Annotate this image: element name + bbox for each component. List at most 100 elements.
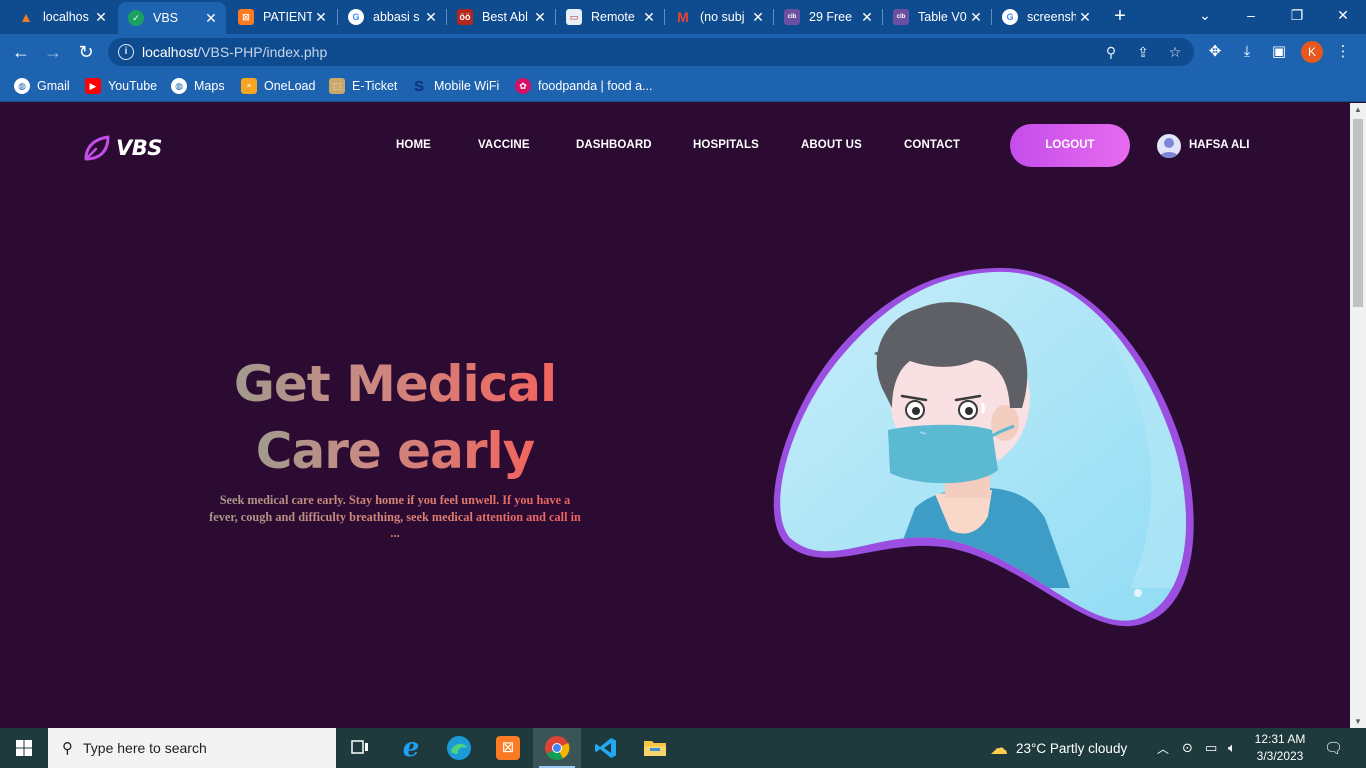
start-button[interactable] xyxy=(0,728,48,768)
tab-title: Table V0 xyxy=(918,10,967,24)
share-icon[interactable]: ⇪ xyxy=(1134,43,1152,61)
close-icon[interactable]: ✕ xyxy=(640,9,658,26)
side-panel-icon[interactable]: ▣ xyxy=(1269,42,1289,62)
back-button[interactable]: ← xyxy=(9,40,33,64)
scroll-up-arrow-icon[interactable]: ▲ xyxy=(1350,105,1366,114)
close-icon[interactable]: ✕ xyxy=(531,9,549,26)
close-icon[interactable]: ✕ xyxy=(312,9,330,26)
tab-title: localhos xyxy=(43,10,89,24)
nav-home[interactable]: HOME xyxy=(396,139,431,151)
tab-1[interactable]: ✓ VBS ✕ xyxy=(118,2,226,34)
url-host: localhost xyxy=(142,44,198,60)
download-icon[interactable]: ⤓ xyxy=(1237,42,1257,62)
menu-kebab-icon[interactable]: ⋮ xyxy=(1333,42,1353,62)
new-tab-button[interactable]: + xyxy=(1108,4,1132,28)
tab-title: 29 Free xyxy=(809,10,853,24)
clock-time: 12:31 AM xyxy=(1254,732,1306,746)
bookmark-oneload[interactable]: ≡ OneLoad xyxy=(241,76,315,96)
bookmark-star-icon[interactable]: ☆ xyxy=(1166,43,1184,61)
tab-8[interactable]: clb Table V0 ✕ xyxy=(883,2,991,32)
zoom-icon[interactable]: ⚲ xyxy=(1102,43,1120,61)
site-logo[interactable]: VBS xyxy=(82,133,162,163)
scroll-down-arrow-icon[interactable]: ▼ xyxy=(1350,717,1366,726)
logo-text: VBS xyxy=(116,136,162,160)
chrome-icon[interactable] xyxy=(533,728,581,768)
tab-title: abbasi s xyxy=(373,10,420,24)
minimize-button[interactable]: – xyxy=(1228,0,1274,32)
hero-title-line-1: Get Medical xyxy=(233,355,557,413)
nav-dashboard[interactable]: DASHBOARD xyxy=(576,139,652,151)
hero-title-line-2: Care early xyxy=(255,422,535,480)
bookmark-label: E-Ticket xyxy=(352,79,398,93)
page-scrollbar[interactable]: ▲ ▼ xyxy=(1350,103,1366,728)
onedrive-icon[interactable]: ⊙ xyxy=(1182,728,1193,768)
tab-6[interactable]: M (no subj ✕ xyxy=(665,2,773,32)
restore-button[interactable]: ❐ xyxy=(1274,0,1320,32)
nav-hospitals[interactable]: HOSPITALS xyxy=(693,139,759,151)
hero-description: Seek medical care early. Stay home if yo… xyxy=(204,492,586,542)
nav-vaccine[interactable]: VACCINE xyxy=(478,139,530,151)
search-placeholder: Type here to search xyxy=(83,740,207,756)
tab-7[interactable]: clb 29 Free ✕ xyxy=(774,2,882,32)
nav-contact[interactable]: CONTACT xyxy=(904,139,960,151)
extensions-icon[interactable]: ✥ xyxy=(1205,42,1225,62)
network-icon[interactable]: ▭ xyxy=(1205,728,1217,768)
tab-2[interactable]: ⊠ PATIENT ✕ xyxy=(228,2,336,32)
foodpanda-icon: ✿ xyxy=(515,78,531,94)
bookmark-foodpanda[interactable]: ✿ foodpanda | food a... xyxy=(515,76,652,96)
bookmark-gmail[interactable]: ◍ Gmail xyxy=(14,76,70,96)
tab-search-chevron-icon[interactable]: ⌄ xyxy=(1182,0,1228,32)
close-icon[interactable]: ✕ xyxy=(422,9,440,26)
bookmark-maps[interactable]: ◍ Maps xyxy=(171,76,225,96)
bookmark-mobile-wifi[interactable]: S Mobile WiFi xyxy=(411,76,499,96)
xampp-taskbar-icon[interactable]: ⊠ xyxy=(484,728,532,768)
vscode-icon[interactable] xyxy=(582,728,630,768)
tab-0[interactable]: ▲ localhos ✕ xyxy=(8,2,116,32)
file-explorer-icon[interactable] xyxy=(631,728,679,768)
profile-avatar[interactable]: K xyxy=(1301,41,1323,63)
close-icon[interactable]: ✕ xyxy=(1076,9,1094,26)
system-clock[interactable]: 12:31 AM 3/3/2023 xyxy=(1250,731,1310,765)
logout-button[interactable]: LOGOUT xyxy=(1010,124,1130,167)
tab-5[interactable]: ▭ Remote ✕ xyxy=(556,2,664,32)
user-avatar[interactable] xyxy=(1157,134,1181,158)
close-window-button[interactable]: ✕ xyxy=(1320,0,1366,32)
clock-date: 3/3/2023 xyxy=(1256,749,1304,763)
weather-widget[interactable]: ☁ 23°C Partly cloudy xyxy=(990,728,1127,768)
reload-button[interactable]: ↻ xyxy=(74,40,98,64)
globe-icon: ◍ xyxy=(14,78,30,94)
tab-3[interactable]: G abbasi s ✕ xyxy=(338,2,446,32)
nav-about-us[interactable]: ABOUT US xyxy=(801,139,862,151)
close-icon[interactable]: ✕ xyxy=(92,9,110,26)
volume-icon[interactable]: 🔈︎ xyxy=(1228,728,1236,768)
close-icon[interactable]: ✕ xyxy=(749,9,767,26)
eticket-icon: ⬚ xyxy=(329,78,345,94)
internet-explorer-icon[interactable]: e xyxy=(387,728,435,768)
notifications-icon[interactable]: 🗨︎ xyxy=(1324,728,1343,768)
user-icon xyxy=(1159,138,1179,158)
edge-icon[interactable] xyxy=(435,728,483,768)
web-page: VBS HOME VACCINE DASHBOARD HOSPITALS ABO… xyxy=(0,103,1350,728)
partly-cloudy-icon: ☁ xyxy=(990,737,1008,758)
green-check-icon: ✓ xyxy=(128,10,144,26)
close-icon[interactable]: ✕ xyxy=(202,10,220,27)
tab-9[interactable]: G screensh ✕ xyxy=(992,2,1100,32)
taskbar-search[interactable]: ⚲ Type here to search xyxy=(48,728,336,768)
colorlib-icon: clb xyxy=(893,9,909,25)
close-icon[interactable]: ✕ xyxy=(967,9,985,26)
address-bar[interactable]: i localhost/VBS-PHP/index.php ⚲ ⇪ ☆ xyxy=(108,38,1194,66)
user-name[interactable]: HAFSA ALI xyxy=(1189,139,1249,151)
tab-4[interactable]: öö Best Abl ✕ xyxy=(447,2,555,32)
task-view-icon[interactable] xyxy=(336,728,384,768)
xampp-icon: ▲ xyxy=(19,9,33,25)
site-info-icon[interactable]: i xyxy=(118,44,134,60)
sick-person-illustration xyxy=(773,267,1194,627)
scrollbar-thumb[interactable] xyxy=(1353,119,1363,307)
forward-button[interactable]: → xyxy=(41,40,65,64)
tab-title: PATIENT xyxy=(263,10,312,24)
bookmark-label: Gmail xyxy=(37,79,70,93)
bookmark-youtube[interactable]: ▶ YouTube xyxy=(85,76,157,96)
bookmark-eticket[interactable]: ⬚ E-Ticket xyxy=(329,76,397,96)
tray-chevron-icon[interactable]: ︿ xyxy=(1157,728,1169,768)
close-icon[interactable]: ✕ xyxy=(858,9,876,26)
